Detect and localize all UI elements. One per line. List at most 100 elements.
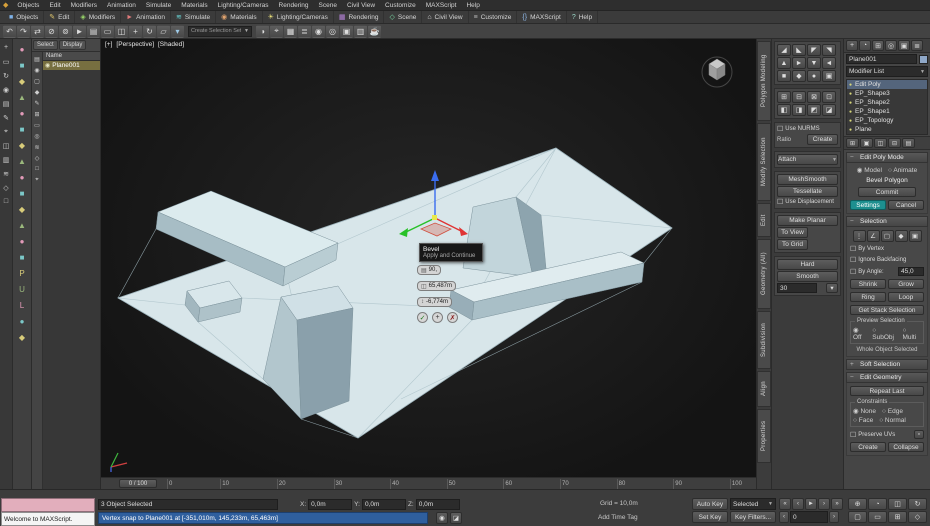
modifier-bulb-icon[interactable]: ●	[849, 109, 852, 115]
modeling-tool-icon[interactable]: ◣	[792, 44, 806, 56]
modeling-tool-icon[interactable]: ▲	[777, 57, 791, 69]
ribbon-group-button[interactable]: ◈ Modifiers	[75, 11, 122, 23]
left-strip-icon[interactable]: ■	[15, 123, 29, 135]
modifier-bulb-icon[interactable]: ●	[849, 118, 852, 124]
command-panel-tab[interactable]: ◎	[885, 40, 897, 51]
constraint-edge-radio[interactable]: ○ Edge	[882, 408, 903, 415]
transport-button[interactable]: »	[831, 498, 843, 510]
animate-radio[interactable]: ○ Animate	[888, 167, 917, 174]
left-strip-icon[interactable]: L	[15, 299, 29, 311]
previous-frame-button[interactable]: ‹	[779, 511, 789, 523]
modeling-tool-icon[interactable]: ▼	[807, 57, 821, 69]
timeline-tick[interactable]: 40	[390, 478, 399, 489]
toolbar-icon[interactable]: ☕	[368, 24, 381, 38]
ribbon-group-button[interactable]: {} MAXScript	[517, 11, 567, 23]
ribbon-tab-polygon-modeling[interactable]: Polygon Modeling	[757, 41, 771, 121]
menu-item[interactable]: Rendering	[274, 2, 314, 9]
viewport-nav-button[interactable]: ◔	[868, 498, 887, 510]
transport-button[interactable]: ‹	[792, 498, 804, 510]
ribbon-group-button[interactable]: ≋ Simulate	[171, 11, 217, 23]
caddy-field-value[interactable]: -6,774m	[426, 299, 448, 305]
toolbar-icon[interactable]: +	[129, 24, 142, 38]
grow-button[interactable]: Grow	[888, 279, 924, 289]
use-displacement-checkbox[interactable]: ☐ Use Displacement	[777, 198, 838, 206]
transport-button[interactable]: ►	[805, 498, 817, 510]
viewport-nav-button[interactable]: ⊕	[848, 498, 867, 510]
next-frame-button[interactable]: ›	[829, 511, 839, 523]
viewport-menu-plus[interactable]: [+]	[105, 41, 112, 48]
left-toolbar-icon[interactable]: ▭	[1, 56, 12, 67]
left-strip-icon[interactable]: ◆	[15, 139, 29, 151]
scene-explorer-tab[interactable]: Display	[58, 40, 87, 50]
toolbar-icon[interactable]: ▱	[157, 24, 170, 38]
app-logo-icon[interactable]: ◆	[3, 1, 8, 9]
left-toolbar-icon[interactable]: ≋	[1, 168, 12, 179]
repeat-last-button[interactable]: Repeat Last	[850, 386, 924, 396]
toolbar-icon[interactable]: ▾	[171, 24, 184, 38]
left-toolbar-icon[interactable]: ⌖	[1, 126, 12, 137]
left-toolbar-icon[interactable]: ◉	[1, 84, 12, 95]
ribbon-group-button[interactable]: ► Animation	[121, 11, 171, 23]
toolbar-icon[interactable]: ◎	[326, 24, 339, 38]
stack-tool-button[interactable]: ◫	[874, 138, 887, 148]
modeling-tool-icon[interactable]: ▣	[822, 70, 836, 82]
ribbon-group-button[interactable]: ≡ Customize	[469, 11, 518, 23]
caddy-field-value[interactable]: 90,	[429, 267, 437, 273]
left-strip-icon[interactable]: ●	[15, 315, 29, 327]
left-strip-icon[interactable]: ●	[15, 235, 29, 247]
isolate-selection-toggle[interactable]: ◉	[436, 512, 448, 524]
key-filters-button[interactable]: Key Filters...	[730, 511, 776, 523]
preserve-uvs-settings-button[interactable]: ▫	[914, 430, 924, 439]
menu-item[interactable]: Edit	[44, 2, 65, 9]
left-strip-icon[interactable]: ◆	[15, 75, 29, 87]
maxscript-mini-listener[interactable]: Welcome to MAXScript.	[1, 512, 95, 526]
y-coordinate-field[interactable]: 0,0m	[361, 499, 406, 510]
attach-button[interactable]: Attach ▼	[777, 154, 838, 165]
modeling-tool-icon[interactable]: ◥	[822, 44, 836, 56]
settings-button[interactable]: Settings	[850, 200, 886, 210]
hard-button[interactable]: Hard	[777, 259, 838, 270]
selection-tool-icon[interactable]: ◧	[777, 104, 791, 116]
selection-tool-icon[interactable]: ⊞	[777, 91, 791, 103]
preserve-uvs-checkbox[interactable]: ☐ Preserve UVs ▫	[850, 430, 924, 439]
by-angle-value-field[interactable]: 45,0	[898, 267, 924, 276]
scene-explorer-tool-icon[interactable]: ≋	[33, 143, 42, 151]
current-frame-field[interactable]: 0	[790, 511, 828, 523]
ribbon-tab-align[interactable]: Align	[757, 371, 771, 407]
ribbon-group-button[interactable]: ■ Objects	[4, 11, 45, 23]
create-button[interactable]: Create	[807, 134, 838, 145]
meshsmooth-button[interactable]: MeshSmooth	[777, 174, 838, 185]
create-geometry-button[interactable]: Create	[850, 442, 886, 452]
scene-explorer-tool-icon[interactable]: ▤	[33, 55, 42, 63]
left-strip-icon[interactable]: ▲	[15, 155, 29, 167]
viewport-menu-view[interactable]: [Perspective]	[116, 41, 154, 48]
scene-explorer-tab[interactable]: Select	[33, 40, 58, 50]
left-strip-icon[interactable]: ■	[15, 251, 29, 263]
command-panel-tab[interactable]: ⊞	[872, 40, 884, 51]
timeline-tick[interactable]: 80	[616, 478, 625, 489]
viewport-nav-button[interactable]: ◇	[908, 511, 927, 523]
modeling-tool-icon[interactable]: ◢	[777, 44, 791, 56]
ribbon-group-button[interactable]: ? Help	[567, 11, 599, 23]
scene-explorer-tool-icon[interactable]: ⌖	[33, 176, 42, 184]
command-panel-tab[interactable]: +	[846, 40, 858, 51]
by-angle-checkbox[interactable]: ☐ By Angle: 45,0	[850, 267, 924, 276]
left-strip-icon[interactable]: ●	[15, 43, 29, 55]
ribbon-group-button[interactable]: ◉ Materials	[216, 11, 263, 23]
stack-tool-button[interactable]: ▣	[860, 138, 873, 148]
collapse-button[interactable]: Collapse	[888, 442, 924, 452]
modeling-tool-icon[interactable]: ■	[777, 70, 791, 82]
modifier-stack-item[interactable]: ● EP_Shape1	[847, 107, 927, 116]
ribbon-group-button[interactable]: ▦ Rendering	[334, 11, 385, 23]
toolbar-icon[interactable]: ↶	[3, 24, 16, 38]
modifier-stack-item[interactable]: ● EP_Topology	[847, 116, 927, 125]
object-name-field[interactable]: Plane001	[846, 54, 917, 64]
view-cube[interactable]	[698, 51, 736, 89]
scene-explorer-tool-icon[interactable]: ◉	[33, 66, 42, 74]
key-mode-dropdown[interactable]: Selected ▼	[730, 498, 776, 510]
scene-explorer-tool-icon[interactable]: ◎	[33, 132, 42, 140]
named-selection-sets-dropdown[interactable]: Create Selection Set ▼	[188, 25, 252, 37]
viewport-nav-button[interactable]: ▭	[868, 511, 887, 523]
subobject-level-button[interactable]: ∠	[866, 230, 880, 242]
preview-multi-radio[interactable]: ○ Multi	[902, 327, 921, 341]
